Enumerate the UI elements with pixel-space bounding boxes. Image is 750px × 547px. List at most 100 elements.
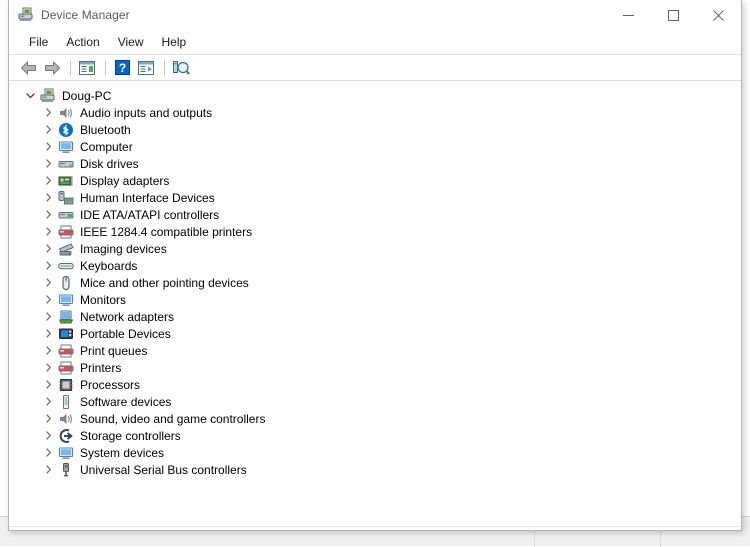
back-arrow-icon bbox=[20, 61, 36, 74]
tree-item[interactable]: Imaging devices bbox=[9, 240, 741, 257]
display-adapter-icon bbox=[58, 173, 74, 189]
minimize-icon bbox=[623, 14, 634, 16]
tree-item-label: Universal Serial Bus controllers bbox=[80, 462, 247, 477]
usb-icon bbox=[58, 462, 74, 478]
chevron-right-icon[interactable] bbox=[41, 361, 55, 375]
tree-item[interactable]: Sound, video and game controllers bbox=[9, 410, 741, 427]
window-titlebar[interactable]: Device Manager bbox=[9, 0, 741, 30]
chevron-right-icon[interactable] bbox=[41, 463, 55, 477]
chevron-right-icon[interactable] bbox=[41, 106, 55, 120]
tree-item-label: Disk drives bbox=[80, 156, 139, 171]
tree-item-label: Print queues bbox=[80, 343, 148, 358]
chevron-right-icon[interactable] bbox=[41, 378, 55, 392]
processor-icon bbox=[58, 377, 74, 393]
keyboard-icon bbox=[58, 258, 74, 274]
scan-for-hardware-changes-button[interactable] bbox=[170, 57, 192, 78]
device-tree[interactable]: Doug-PC Audio inputs and outputs Bluetoot… bbox=[9, 81, 741, 526]
chevron-right-icon[interactable] bbox=[41, 225, 55, 239]
chevron-right-icon[interactable] bbox=[41, 191, 55, 205]
chevron-right-icon[interactable] bbox=[41, 429, 55, 443]
speaker-icon bbox=[58, 105, 74, 121]
tree-item-label: Network adapters bbox=[80, 309, 175, 324]
tree-item[interactable]: Print queues bbox=[9, 342, 741, 359]
chevron-right-icon[interactable] bbox=[41, 276, 55, 290]
help-question-icon: ? bbox=[114, 60, 130, 75]
tree-root-doug-pc[interactable]: Doug-PC bbox=[9, 87, 741, 104]
tree-item[interactable]: IDE ATA/ATAPI controllers bbox=[9, 206, 741, 223]
menu-view[interactable]: View bbox=[109, 33, 153, 52]
chevron-right-icon[interactable] bbox=[41, 412, 55, 426]
tree-item[interactable]: Keyboards bbox=[9, 257, 741, 274]
tree-item[interactable]: Processors bbox=[9, 376, 741, 393]
printer-icon bbox=[58, 343, 74, 359]
chevron-right-icon[interactable] bbox=[41, 259, 55, 273]
hid-icon bbox=[58, 190, 74, 206]
chevron-right-icon[interactable] bbox=[41, 242, 55, 256]
tree-item[interactable]: Audio inputs and outputs bbox=[9, 104, 741, 121]
chevron-right-icon[interactable] bbox=[41, 446, 55, 460]
tree-item[interactable]: IEEE 1284.4 compatible printers bbox=[9, 223, 741, 240]
minimize-button[interactable] bbox=[606, 0, 651, 30]
forward-button[interactable] bbox=[41, 57, 63, 78]
tree-item-label: Keyboards bbox=[80, 258, 138, 273]
tree-item-label: Printers bbox=[80, 360, 122, 375]
chevron-right-icon[interactable] bbox=[41, 327, 55, 341]
tree-item[interactable]: Software devices bbox=[9, 393, 741, 410]
device-manager-icon bbox=[18, 7, 34, 23]
chevron-right-icon[interactable] bbox=[41, 395, 55, 409]
bluetooth-icon bbox=[58, 122, 74, 138]
menu-action[interactable]: Action bbox=[57, 33, 108, 52]
show-hide-console-tree-button[interactable] bbox=[135, 57, 157, 78]
tree-item-label: Computer bbox=[80, 139, 133, 154]
chevron-right-icon[interactable] bbox=[41, 174, 55, 188]
chevron-right-icon[interactable] bbox=[41, 157, 55, 171]
tree-item[interactable]: System devices bbox=[9, 444, 741, 461]
tree-item[interactable]: Network adapters bbox=[9, 308, 741, 325]
tree-item[interactable]: Storage controllers bbox=[9, 427, 741, 444]
tree-item-label: Audio inputs and outputs bbox=[80, 105, 213, 120]
scan-hardware-icon bbox=[172, 61, 190, 75]
software-device-icon bbox=[58, 394, 74, 410]
tree-item[interactable]: Monitors bbox=[9, 291, 741, 308]
maximize-icon bbox=[668, 9, 679, 21]
svg-text:?: ? bbox=[118, 61, 125, 75]
menu-help[interactable]: Help bbox=[153, 33, 196, 52]
tree-item[interactable]: Universal Serial Bus controllers bbox=[9, 461, 741, 478]
help-button[interactable]: ? bbox=[111, 57, 133, 78]
monitor-icon bbox=[58, 139, 74, 155]
computer-root-icon bbox=[40, 88, 56, 104]
tree-item-label: Processors bbox=[80, 377, 141, 392]
close-icon bbox=[713, 9, 724, 21]
tree-item-label: Monitors bbox=[80, 292, 127, 307]
chevron-right-icon[interactable] bbox=[41, 293, 55, 307]
toolbar-separator-1 bbox=[70, 59, 71, 76]
chevron-right-icon[interactable] bbox=[41, 344, 55, 358]
tree-item[interactable]: Human Interface Devices bbox=[9, 189, 741, 206]
chevron-right-icon[interactable] bbox=[41, 310, 55, 324]
tree-item[interactable]: Computer bbox=[9, 138, 741, 155]
maximize-button[interactable] bbox=[651, 0, 696, 30]
storage-controller-icon bbox=[58, 428, 74, 444]
tree-item[interactable]: Disk drives bbox=[9, 155, 741, 172]
tree-item-label: Mice and other pointing devices bbox=[80, 275, 249, 290]
ide-controller-icon bbox=[58, 207, 74, 223]
tree-item[interactable]: Printers bbox=[9, 359, 741, 376]
properties-icon bbox=[79, 60, 95, 75]
toolbar: ? bbox=[9, 55, 741, 81]
chevron-down-icon[interactable] bbox=[23, 89, 37, 103]
properties-button[interactable] bbox=[76, 57, 98, 78]
chevron-right-icon[interactable] bbox=[41, 208, 55, 222]
tree-item[interactable]: Mice and other pointing devices bbox=[9, 274, 741, 291]
tree-item[interactable]: Portable Devices bbox=[9, 325, 741, 342]
mouse-icon bbox=[58, 275, 74, 291]
close-button[interactable] bbox=[696, 0, 741, 30]
menu-file[interactable]: File bbox=[20, 33, 57, 52]
back-button[interactable] bbox=[17, 57, 39, 78]
chevron-right-icon[interactable] bbox=[41, 140, 55, 154]
tree-item-label: IDE ATA/ATAPI controllers bbox=[80, 207, 220, 222]
tree-children-container: Audio inputs and outputs Bluetooth Compute… bbox=[9, 104, 741, 478]
chevron-right-icon[interactable] bbox=[41, 123, 55, 137]
menubar: File Action View Help bbox=[9, 30, 741, 55]
tree-item[interactable]: Bluetooth bbox=[9, 121, 741, 138]
tree-item[interactable]: Display adapters bbox=[9, 172, 741, 189]
